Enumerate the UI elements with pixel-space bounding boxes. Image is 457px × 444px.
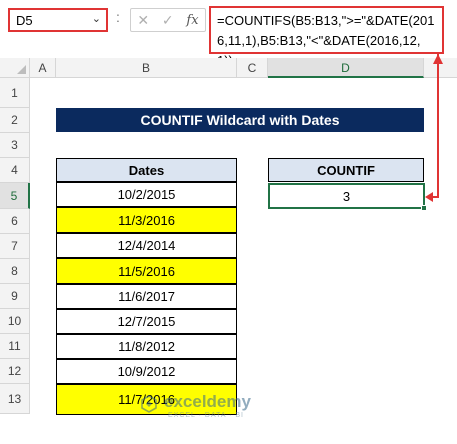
watermark: exceldemy EXCEL · DATA · BI xyxy=(140,392,310,422)
annotation-arrow xyxy=(425,54,443,202)
watermark-tagline: EXCEL · DATA · BI xyxy=(168,412,244,419)
watermark-brand: exceldemy xyxy=(164,392,251,411)
exceldemy-logo-icon xyxy=(141,395,157,413)
